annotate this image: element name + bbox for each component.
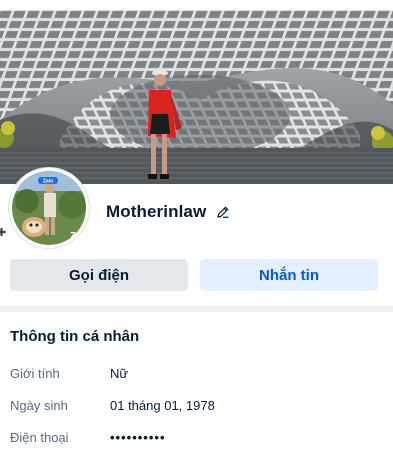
cursor-edge-mark: ✚ [0, 227, 7, 239]
message-button[interactable]: Nhắn tin [200, 259, 378, 291]
cover-photo[interactable] [0, 10, 393, 184]
info-row-birthday: Ngày sinh 01 tháng 01, 1978 [10, 395, 380, 415]
profile-name-row: Motherinlaw [106, 200, 231, 224]
profile-name: Motherinlaw [106, 202, 207, 221]
cover-photo-image [0, 10, 393, 184]
avatar-image: Zalo Z [12, 171, 86, 245]
avatar-badge-text: Zalo [43, 179, 53, 185]
pencil-icon[interactable] [215, 204, 231, 220]
info-value: •••••••••• [110, 429, 166, 445]
profile-page: ✚ Zalo Z Motherinlaw Gọi điện Nhắn tin T… [0, 0, 393, 455]
info-label: Giới tính [10, 365, 60, 381]
svg-text:Z: Z [70, 231, 76, 242]
info-row-gender: Giới tính Nữ [10, 363, 380, 383]
info-value: Nữ [110, 365, 129, 381]
info-label: Ngày sinh [10, 397, 68, 413]
info-label: Điện thoại [10, 429, 69, 445]
section-divider [0, 306, 393, 312]
info-row-phone: Điện thoại •••••••••• [10, 427, 380, 447]
info-value: 01 tháng 01, 1978 [110, 397, 215, 413]
avatar[interactable]: Zalo Z [9, 168, 89, 248]
personal-info-title: Thông tin cá nhân [10, 328, 140, 345]
call-button[interactable]: Gọi điện [10, 259, 188, 291]
